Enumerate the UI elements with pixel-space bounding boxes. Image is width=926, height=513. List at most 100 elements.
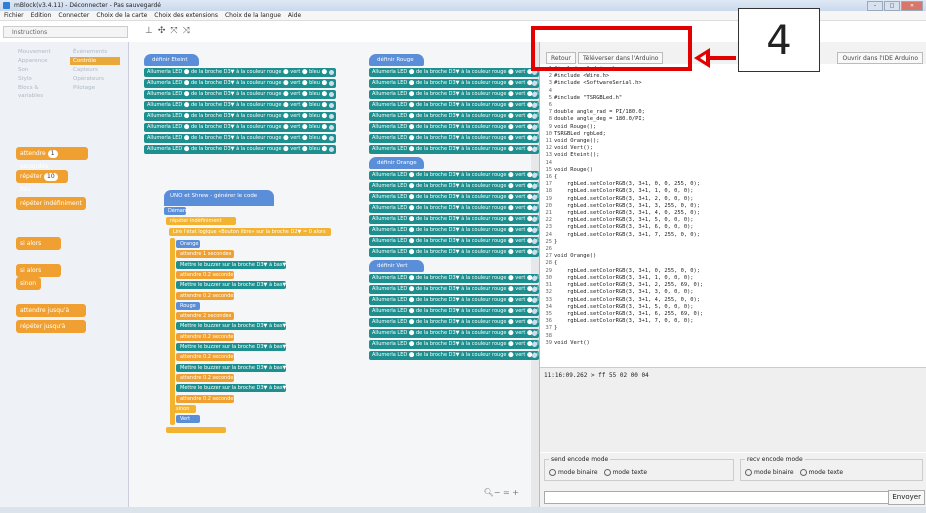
program-line-14[interactable]: Mettre le buzzer sur la broche D3▼ à bas… [176,384,286,393]
recv-binary-radio[interactable]: mode binaire [745,469,794,476]
led-block[interactable]: Allumerla LED ⬤ de la broche D3▼ à la co… [144,79,336,88]
define-block-3[interactable]: définir Vert [369,260,424,272]
send-text-radio[interactable]: mode texte [603,469,647,476]
zoom-reset-icon[interactable]: = [503,488,510,497]
led-block[interactable]: Allumerla LED ⬤ de la broche D3▼ à la co… [144,145,336,154]
program-line-15[interactable]: attendre 0.2 secondes [176,394,236,403]
led-block[interactable]: Allumerla LED ⬤ de la broche D3▼ à la co… [369,215,539,224]
led-block[interactable]: Allumerla LED ⬤ de la broche D3▼ à la co… [369,318,539,327]
program-line-5[interactable]: attendre 0.2 secondes [176,291,236,300]
if-block[interactable]: Lire l'état logique «Bouton libre» sur l… [169,228,331,236]
category-4[interactable]: Blocs & variables [15,84,65,99]
grow-icon[interactable]: ⤧ [170,26,177,36]
led-block[interactable]: Allumerla LED ⬤ de la broche D3▼ à la co… [369,193,539,202]
start-block[interactable]: Démarrer [164,207,192,215]
program-line-3[interactable]: attendre 0.2 secondes [176,270,236,279]
tab-instructions[interactable]: Instructions [3,26,128,38]
led-block[interactable]: Allumerla LED ⬤ de la broche D3▼ à la co… [144,112,336,121]
led-block[interactable]: Allumerla LED ⬤ de la broche D3▼ à la co… [369,134,539,143]
palette-block-4[interactable]: si alors [16,264,61,277]
program-hat[interactable]: UNO et Shrew - générer le code [164,190,274,206]
led-block[interactable]: Allumerla LED ⬤ de la broche D3▼ à la co… [369,248,539,257]
category-6[interactable]: Contrôle [70,57,120,65]
program-line-11[interactable]: attendre 0.2 secondes [176,353,236,362]
program-line-2[interactable]: Mettre le buzzer sur la broche D3▼ à bas… [176,260,286,269]
menu-connecter[interactable]: Connecter [58,11,89,20]
led-block[interactable]: Allumerla LED ⬤ de la broche D3▼ à la co… [144,68,336,77]
recv-text-radio[interactable]: mode texte [799,469,843,476]
zoom-controls[interactable]: 🔍︎− = + [484,488,519,497]
forever-block[interactable]: répéter indéfiniment [166,217,236,225]
program-line-13[interactable]: attendre 0.2 secondes [176,373,236,382]
category-0[interactable]: Mouvement [15,48,65,56]
maximize-icon[interactable]: □ [884,1,900,11]
define-block-1[interactable]: définir Rouge [369,54,424,66]
minimize-icon[interactable]: – [867,1,883,11]
shrink-icon[interactable]: ⤨ [183,26,190,36]
menu-fichier[interactable]: Fichier [4,11,24,20]
led-block[interactable]: Allumerla LED ⬤ de la broche D3▼ à la co… [369,145,539,154]
menu-aide[interactable]: Aide [288,11,301,20]
led-block[interactable]: Allumerla LED ⬤ de la broche D3▼ à la co… [369,204,539,213]
led-block[interactable]: Allumerla LED ⬤ de la broche D3▼ à la co… [369,340,539,349]
led-block[interactable]: Allumerla LED ⬤ de la broche D3▼ à la co… [369,296,539,305]
category-5[interactable]: Événements [70,48,120,56]
category-9[interactable]: Pilotage [70,84,120,92]
led-block[interactable]: Allumerla LED ⬤ de la broche D3▼ à la co… [144,90,336,99]
palette-block-3[interactable]: si alors [16,237,61,250]
program-line-10[interactable]: Mettre le buzzer sur la broche D3▼ à bas… [176,343,286,351]
led-block[interactable]: Allumerla LED ⬤ de la broche D3▼ à la co… [369,112,539,121]
send-input[interactable] [544,491,896,504]
led-block[interactable]: Allumerla LED ⬤ de la broche D3▼ à la co… [369,79,539,88]
led-block[interactable]: Allumerla LED ⬤ de la broche D3▼ à la co… [369,171,539,180]
led-block[interactable]: Allumerla LED ⬤ de la broche D3▼ à la co… [369,274,539,283]
category-8[interactable]: Opérateurs [70,75,120,83]
category-7[interactable]: Capteurs [70,66,120,74]
led-block[interactable]: Allumerla LED ⬤ de la broche D3▼ à la co… [369,307,539,316]
palette-block-6[interactable]: attendre jusqu'à [16,304,86,317]
send-binary-radio[interactable]: mode binaire [549,469,598,476]
led-block[interactable]: Allumerla LED ⬤ de la broche D3▼ à la co… [369,351,539,360]
code-editor[interactable]: 1 #include <Arduino.h> 2 #include <Wire.h> 3… [540,64,926,367]
led-block[interactable]: Allumerla LED ⬤ de la broche D3▼ à la co… [144,101,336,110]
define-block-0[interactable]: définir Eteint [144,54,199,66]
led-block[interactable]: Allumerla LED ⬤ de la broche D3▼ à la co… [369,226,539,235]
palette-block-1[interactable]: répéter 10 fois [16,170,68,193]
program-line-0[interactable]: Orange [176,240,200,248]
move-icon[interactable]: ✣ [158,26,166,36]
program-line-7[interactable]: attendre 2 secondes [176,312,234,321]
define-block-2[interactable]: définir Orange [369,157,424,169]
script-canvas[interactable]: 🔍︎− = + définir Eteint Allumerla LED ⬤ de… [129,42,539,507]
led-block[interactable]: Allumerla LED ⬤ de la broche D3▼ à la co… [369,90,539,99]
program-line-4[interactable]: Mettre le buzzer sur la broche D3▼ à bas… [176,281,286,290]
led-block[interactable]: Allumerla LED ⬤ de la broche D3▼ à la co… [369,329,539,338]
menu-carte[interactable]: Choix de la carte [96,11,147,20]
led-block[interactable]: Allumerla LED ⬤ de la broche D3▼ à la co… [144,134,336,143]
program-line-1[interactable]: attendre 1 secondes [176,250,234,259]
led-block[interactable]: Allumerla LED ⬤ de la broche D3▼ à la co… [369,101,539,110]
zoom-out-icon[interactable]: 🔍︎− [484,488,501,497]
led-block[interactable]: Allumerla LED ⬤ de la broche D3▼ à la co… [369,237,539,246]
category-1[interactable]: Apparence [15,57,65,65]
palette-block-0[interactable]: attendre 1 secondes [16,147,88,170]
menu-langue[interactable]: Choix de la langue [225,11,281,20]
palette-block-2[interactable]: répéter indéfiniment [16,197,86,210]
menu-extensions[interactable]: Choix des extensions [154,11,218,20]
led-block[interactable]: Allumerla LED ⬤ de la broche D3▼ à la co… [369,182,539,191]
program-line-9[interactable]: attendre 0.2 secondes [176,332,236,341]
program-line-8[interactable]: Mettre le buzzer sur la broche D3▼ à bas… [176,322,286,331]
led-block[interactable]: Allumerla LED ⬤ de la broche D3▼ à la co… [144,123,336,132]
category-3[interactable]: Stylo [15,75,65,83]
open-ide-button[interactable]: Ouvrir dans l'IDE Arduino [837,52,923,64]
menu-edition[interactable]: Edition [31,11,52,20]
program-line-16[interactable]: sinon [172,404,196,413]
palette-block-7[interactable]: répéter jusqu'à [16,320,86,333]
zoom-in-icon[interactable]: + [512,488,519,497]
led-block[interactable]: Allumerla LED ⬤ de la broche D3▼ à la co… [369,285,539,294]
close-icon[interactable]: ✕ [901,1,923,11]
program-line-12[interactable]: Mettre le buzzer sur la broche D3▼ à bas… [176,363,286,372]
stamp-icon[interactable]: ⊥ [145,26,153,36]
send-button[interactable]: Envoyer [888,490,925,505]
led-block[interactable]: Allumerla LED ⬤ de la broche D3▼ à la co… [369,123,539,132]
program-line-17[interactable]: Vert [176,415,200,424]
